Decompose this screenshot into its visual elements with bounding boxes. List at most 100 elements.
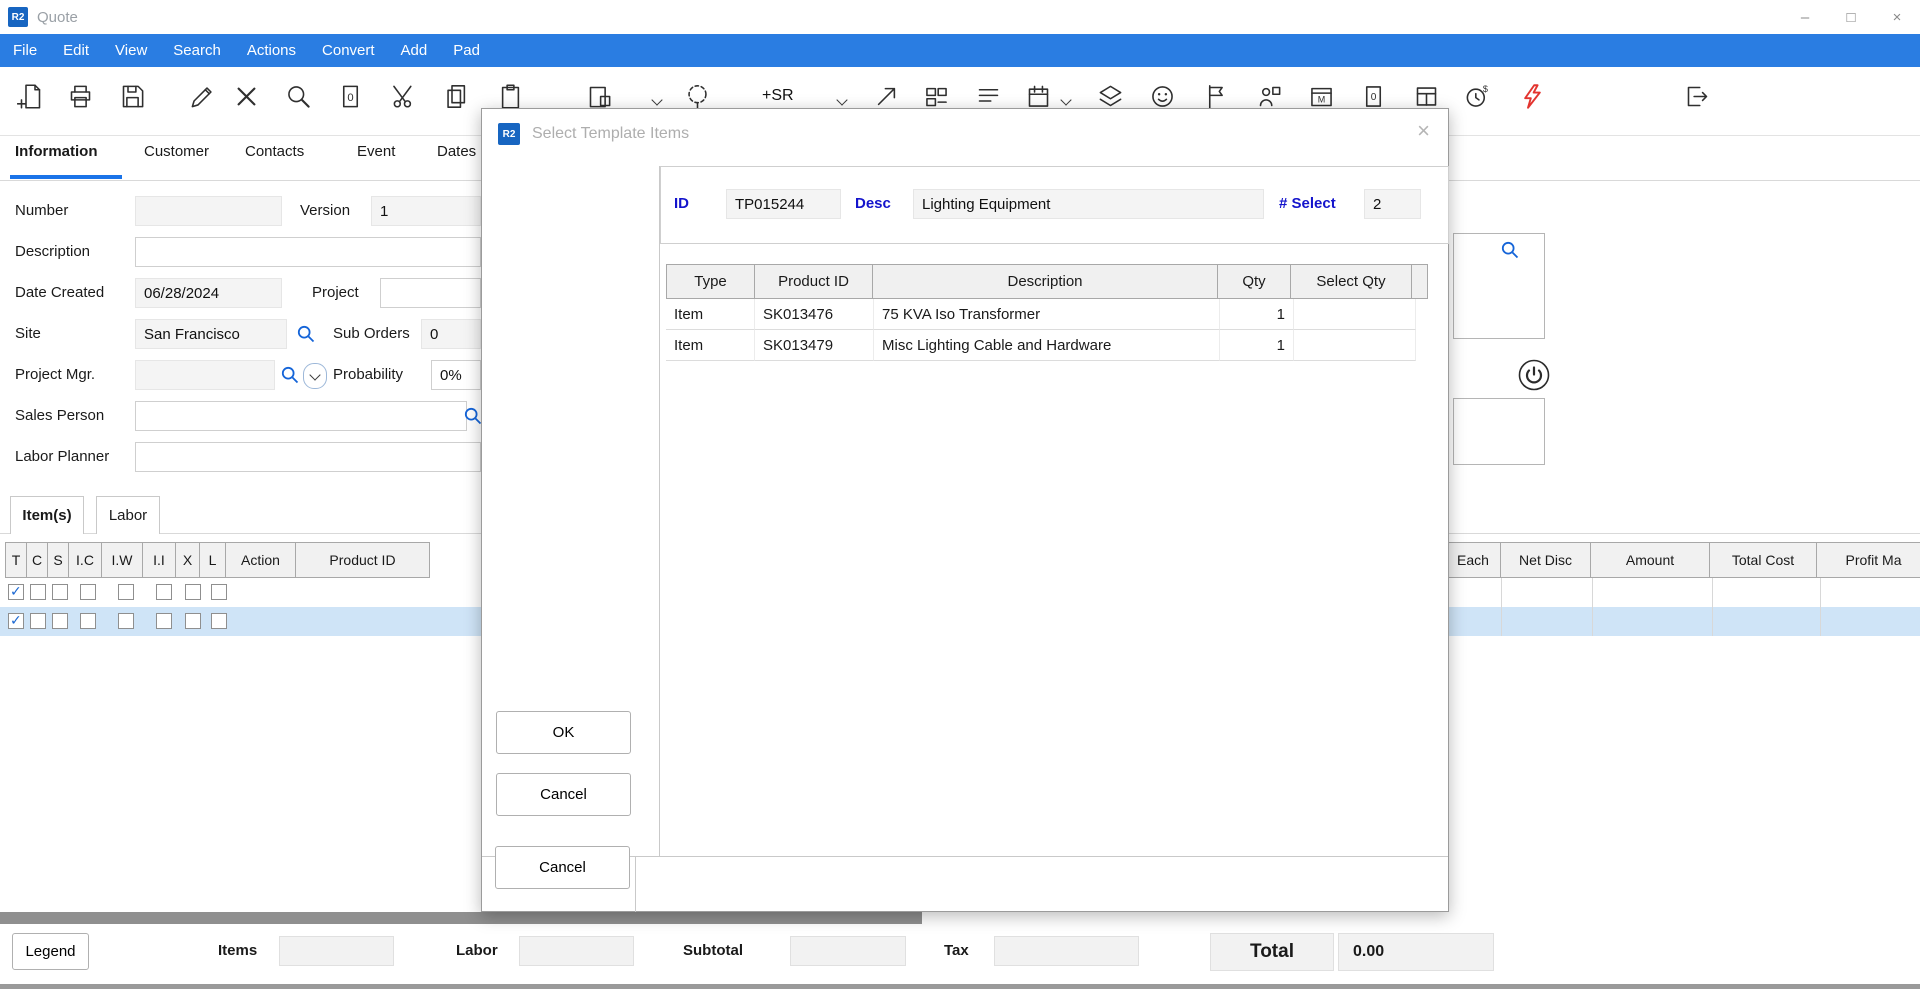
row2-checkbox-ic[interactable] [80, 613, 96, 629]
project-mgr-dropdown-button[interactable] [303, 363, 327, 389]
row1-checkbox-l[interactable] [211, 584, 227, 600]
save-button[interactable] [112, 76, 152, 116]
col-header-action[interactable]: Action [225, 542, 296, 578]
col-header-qty[interactable]: Qty [1217, 264, 1291, 299]
row2-checkbox-s[interactable] [52, 613, 68, 629]
col-header-iw[interactable]: I.W [101, 542, 143, 578]
col-header-description[interactable]: Description [872, 264, 1218, 299]
row1-checkbox-x[interactable] [185, 584, 201, 600]
delete-button[interactable] [226, 76, 266, 116]
template-desc-input[interactable] [913, 189, 1264, 219]
new-document-button[interactable] [10, 76, 50, 116]
copy-button[interactable] [436, 76, 476, 116]
row1-checkbox-iw[interactable] [118, 584, 134, 600]
ok-button[interactable]: OK [496, 711, 631, 754]
row1-checkbox-c[interactable] [30, 584, 46, 600]
version-input[interactable] [371, 196, 481, 226]
template-id-input[interactable] [726, 189, 841, 219]
cell-select-qty[interactable] [1294, 330, 1416, 361]
row2-checkbox-l[interactable] [211, 613, 227, 629]
menu-item-view[interactable]: View [102, 34, 160, 67]
add-sr-chevron[interactable] [838, 91, 846, 108]
edit-button[interactable] [182, 76, 222, 116]
col-header-net-disc[interactable]: Net Disc [1500, 542, 1591, 578]
view-record-button[interactable]: 0 [330, 76, 370, 116]
template-item-row[interactable]: Item SK013479 Misc Lighting Cable and Ha… [666, 330, 1416, 361]
tab-labor[interactable]: Labor [96, 496, 160, 534]
row1-checkbox-ic[interactable] [80, 584, 96, 600]
cancel-button[interactable]: Cancel [496, 773, 631, 816]
cell-select-qty[interactable] [1294, 299, 1416, 330]
col-header-l[interactable]: L [199, 542, 226, 578]
col-header-t[interactable]: T [5, 542, 27, 578]
project-mgr-search-button[interactable] [280, 365, 300, 389]
col-header-x[interactable]: X [175, 542, 200, 578]
background-cancel-button[interactable]: Cancel [495, 846, 630, 889]
menu-item-file[interactable]: File [0, 34, 50, 67]
col-header-select-qty[interactable]: Select Qty [1290, 264, 1412, 299]
project-input[interactable] [380, 278, 481, 308]
template-item-row[interactable]: Item SK013476 75 KVA Iso Transformer 1 [666, 299, 1416, 330]
menu-item-convert[interactable]: Convert [309, 34, 388, 67]
row2-checkbox-c[interactable] [30, 613, 46, 629]
menu-item-search[interactable]: Search [160, 34, 234, 67]
sub-orders-input[interactable] [421, 319, 481, 349]
site-search-button[interactable] [296, 324, 316, 348]
col-header-c[interactable]: C [26, 542, 48, 578]
date-created-input[interactable] [135, 278, 282, 308]
project-mgr-input[interactable] [135, 360, 275, 390]
col-header-amount[interactable]: Amount [1590, 542, 1710, 578]
paste-special-chevron[interactable] [653, 91, 661, 108]
power-button[interactable] [1517, 358, 1551, 396]
col-header-product-id[interactable]: Product ID [754, 264, 873, 299]
num-select-input[interactable] [1364, 189, 1421, 219]
grid-icon [923, 83, 950, 110]
quote-search-button[interactable] [1500, 240, 1520, 264]
dialog-close-button[interactable]: × [1417, 118, 1430, 144]
probability-input[interactable] [431, 360, 481, 390]
row1-checkbox-t[interactable] [8, 584, 24, 600]
row2-checkbox-iw[interactable] [118, 613, 134, 629]
rush-button[interactable] [1512, 76, 1552, 116]
tab-event[interactable]: Event [357, 143, 395, 160]
billing-time-button[interactable]: $ [1457, 76, 1497, 116]
minimize-button[interactable]: – [1782, 0, 1828, 34]
menu-item-pad[interactable]: Pad [440, 34, 493, 67]
menu-item-add[interactable]: Add [388, 34, 441, 67]
menu-item-edit[interactable]: Edit [50, 34, 102, 67]
legend-button[interactable]: Legend [12, 933, 89, 970]
col-header-total-cost[interactable]: Total Cost [1709, 542, 1817, 578]
search-button[interactable] [278, 76, 318, 116]
sales-person-search-button[interactable] [463, 406, 483, 430]
tab-customer[interactable]: Customer [144, 143, 209, 160]
sales-person-input[interactable] [135, 401, 467, 431]
col-header-profit-margin[interactable]: Profit Ma [1816, 542, 1920, 578]
description-input[interactable] [135, 237, 481, 267]
exit-button[interactable] [1677, 76, 1717, 116]
col-header-each[interactable]: Each [1445, 542, 1501, 578]
col-header-s[interactable]: S [47, 542, 69, 578]
col-header-ii[interactable]: I.I [142, 542, 176, 578]
col-header-product-id[interactable]: Product ID [295, 542, 430, 578]
tab-dates[interactable]: Dates [437, 143, 476, 160]
calendar-chevron[interactable] [1062, 91, 1070, 108]
labor-planner-input[interactable] [135, 442, 481, 472]
print-button[interactable] [60, 76, 100, 116]
number-input[interactable] [135, 196, 282, 226]
tab-contacts[interactable]: Contacts [245, 143, 304, 160]
row1-checkbox-s[interactable] [52, 584, 68, 600]
col-header-type[interactable]: Type [666, 264, 755, 299]
maximize-button[interactable]: □ [1828, 0, 1874, 34]
row1-checkbox-ii[interactable] [156, 584, 172, 600]
row2-checkbox-ii[interactable] [156, 613, 172, 629]
tab-items[interactable]: Item(s) [10, 496, 84, 534]
tab-information[interactable]: Information [15, 143, 98, 160]
col-header-ic[interactable]: I.C [68, 542, 102, 578]
row2-checkbox-t[interactable] [8, 613, 24, 629]
menu-item-actions[interactable]: Actions [234, 34, 309, 67]
horizontal-scrollbar[interactable] [0, 912, 922, 924]
site-input[interactable] [135, 319, 287, 349]
close-button[interactable]: × [1874, 0, 1920, 34]
cut-button[interactable] [383, 76, 423, 116]
row2-checkbox-x[interactable] [185, 613, 201, 629]
